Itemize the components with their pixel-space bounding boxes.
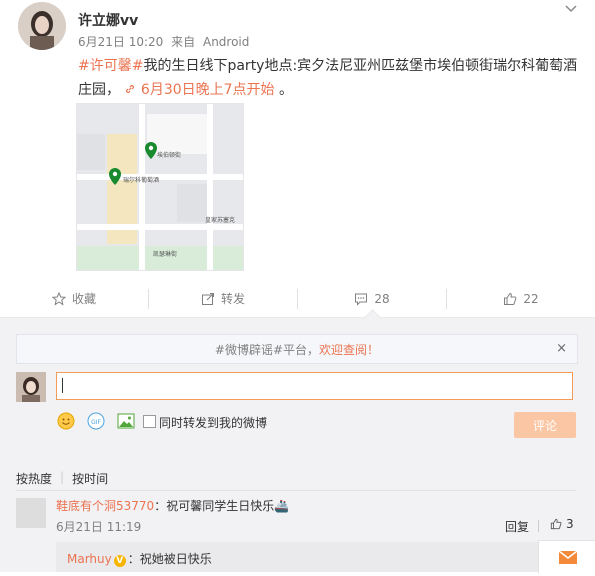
message-float-button[interactable]: [538, 540, 595, 573]
like-count: 22: [523, 291, 539, 306]
sort-by-time[interactable]: 按时间: [72, 470, 108, 487]
post-source[interactable]: Android: [203, 35, 249, 49]
sub-comment-content: Marhuy V ：祝她被日快乐: [67, 550, 212, 567]
chevron-down-icon[interactable]: [565, 2, 577, 14]
hashtag-link[interactable]: #许可馨#: [78, 58, 143, 74]
notice-banner[interactable]: #微博辟谣#平台， 欢迎查阅！ ×: [16, 334, 578, 364]
source-prefix: 来自: [171, 35, 196, 49]
map-thumbnail[interactable]: 埃伯顿街 瑞尔科葡萄酒 皇家苏塞克 凯瑟琳街: [76, 103, 244, 271]
event-link[interactable]: 6月30日晚上7点开始: [124, 82, 279, 98]
event-link-label[interactable]: 6月30日晚上7点开始: [141, 82, 275, 98]
sort-options: 按热度 | 按时间: [16, 470, 108, 487]
comment-button[interactable]: 28: [298, 289, 446, 309]
comment-text: ：祝可馨同学生日快乐🚢: [154, 499, 290, 513]
mail-icon: [558, 550, 578, 564]
map-label: 瑞尔科葡萄酒: [123, 176, 159, 184]
verified-badge-icon: V: [113, 555, 126, 567]
post-text: #许可馨#我的生日线下party地点:宾夕法尼亚州匹兹堡市埃伯顿街瑞尔科葡萄酒庄…: [78, 54, 578, 102]
submit-comment-button[interactable]: 评论: [514, 412, 576, 438]
notice-text: #微博辟谣#平台，: [214, 342, 320, 357]
comment-input[interactable]: [56, 372, 573, 400]
thumbs-up-icon: [504, 292, 517, 305]
like-button[interactable]: 22: [447, 289, 595, 309]
favorite-label: 收藏: [71, 292, 96, 306]
author-avatar[interactable]: [18, 2, 66, 50]
commenter-avatar[interactable]: [16, 498, 46, 528]
author-name[interactable]: 许立娜vv: [78, 10, 138, 30]
text-cursor: [62, 378, 63, 393]
emoji-icon[interactable]: [57, 412, 75, 430]
post-text-end: 。: [279, 82, 293, 98]
sort-separator: |: [60, 470, 65, 484]
comment-like-button[interactable]: 3: [550, 517, 574, 531]
divider: [16, 490, 576, 491]
map-label: 皇家苏塞克: [205, 216, 235, 224]
link-icon: [126, 84, 135, 94]
comment-icon: [355, 293, 368, 306]
comment-like-count: 3: [566, 517, 574, 531]
thumbs-up-icon: [550, 518, 562, 530]
sub-comment-text: ：祝她被日快乐: [127, 552, 212, 566]
post-meta: 6月21日 10:20 来自 Android: [78, 33, 253, 50]
sort-by-hot[interactable]: 按热度: [16, 470, 52, 487]
composer-toolbar: GIF: [57, 412, 135, 430]
notice-link[interactable]: 欢迎查阅！: [319, 341, 379, 358]
current-user-avatar[interactable]: [16, 372, 46, 402]
favorite-button[interactable]: 收藏: [0, 289, 148, 309]
comment-count: 28: [374, 291, 390, 306]
commenter-name[interactable]: 鞋底有个洞53770: [56, 499, 154, 513]
sync-label[interactable]: 同时转发到我的微博: [159, 414, 267, 431]
map-label: 埃伯顿街: [157, 151, 181, 159]
map-label: 凯瑟琳街: [153, 250, 177, 258]
svg-text:GIF: GIF: [91, 419, 101, 426]
sync-checkbox[interactable]: [143, 415, 156, 428]
gif-icon[interactable]: GIF: [87, 412, 105, 430]
comment-time: 6月21日 11:19: [56, 520, 142, 534]
repost-label: 转发: [220, 292, 245, 306]
sub-commenter-name[interactable]: Marhuy: [67, 552, 112, 566]
comment-content: 鞋底有个洞53770：祝可馨同学生日快乐🚢: [56, 497, 289, 514]
star-icon: [51, 291, 66, 306]
repost-button[interactable]: 转发: [149, 289, 297, 309]
post-date[interactable]: 6月21日 10:20: [78, 35, 163, 49]
share-icon: [201, 292, 214, 305]
close-icon[interactable]: ×: [556, 341, 567, 356]
divider: [538, 520, 539, 532]
post-action-bar: 收藏 转发 28 22: [0, 280, 595, 318]
reply-button[interactable]: 回复: [505, 518, 529, 535]
image-icon[interactable]: [117, 412, 135, 430]
